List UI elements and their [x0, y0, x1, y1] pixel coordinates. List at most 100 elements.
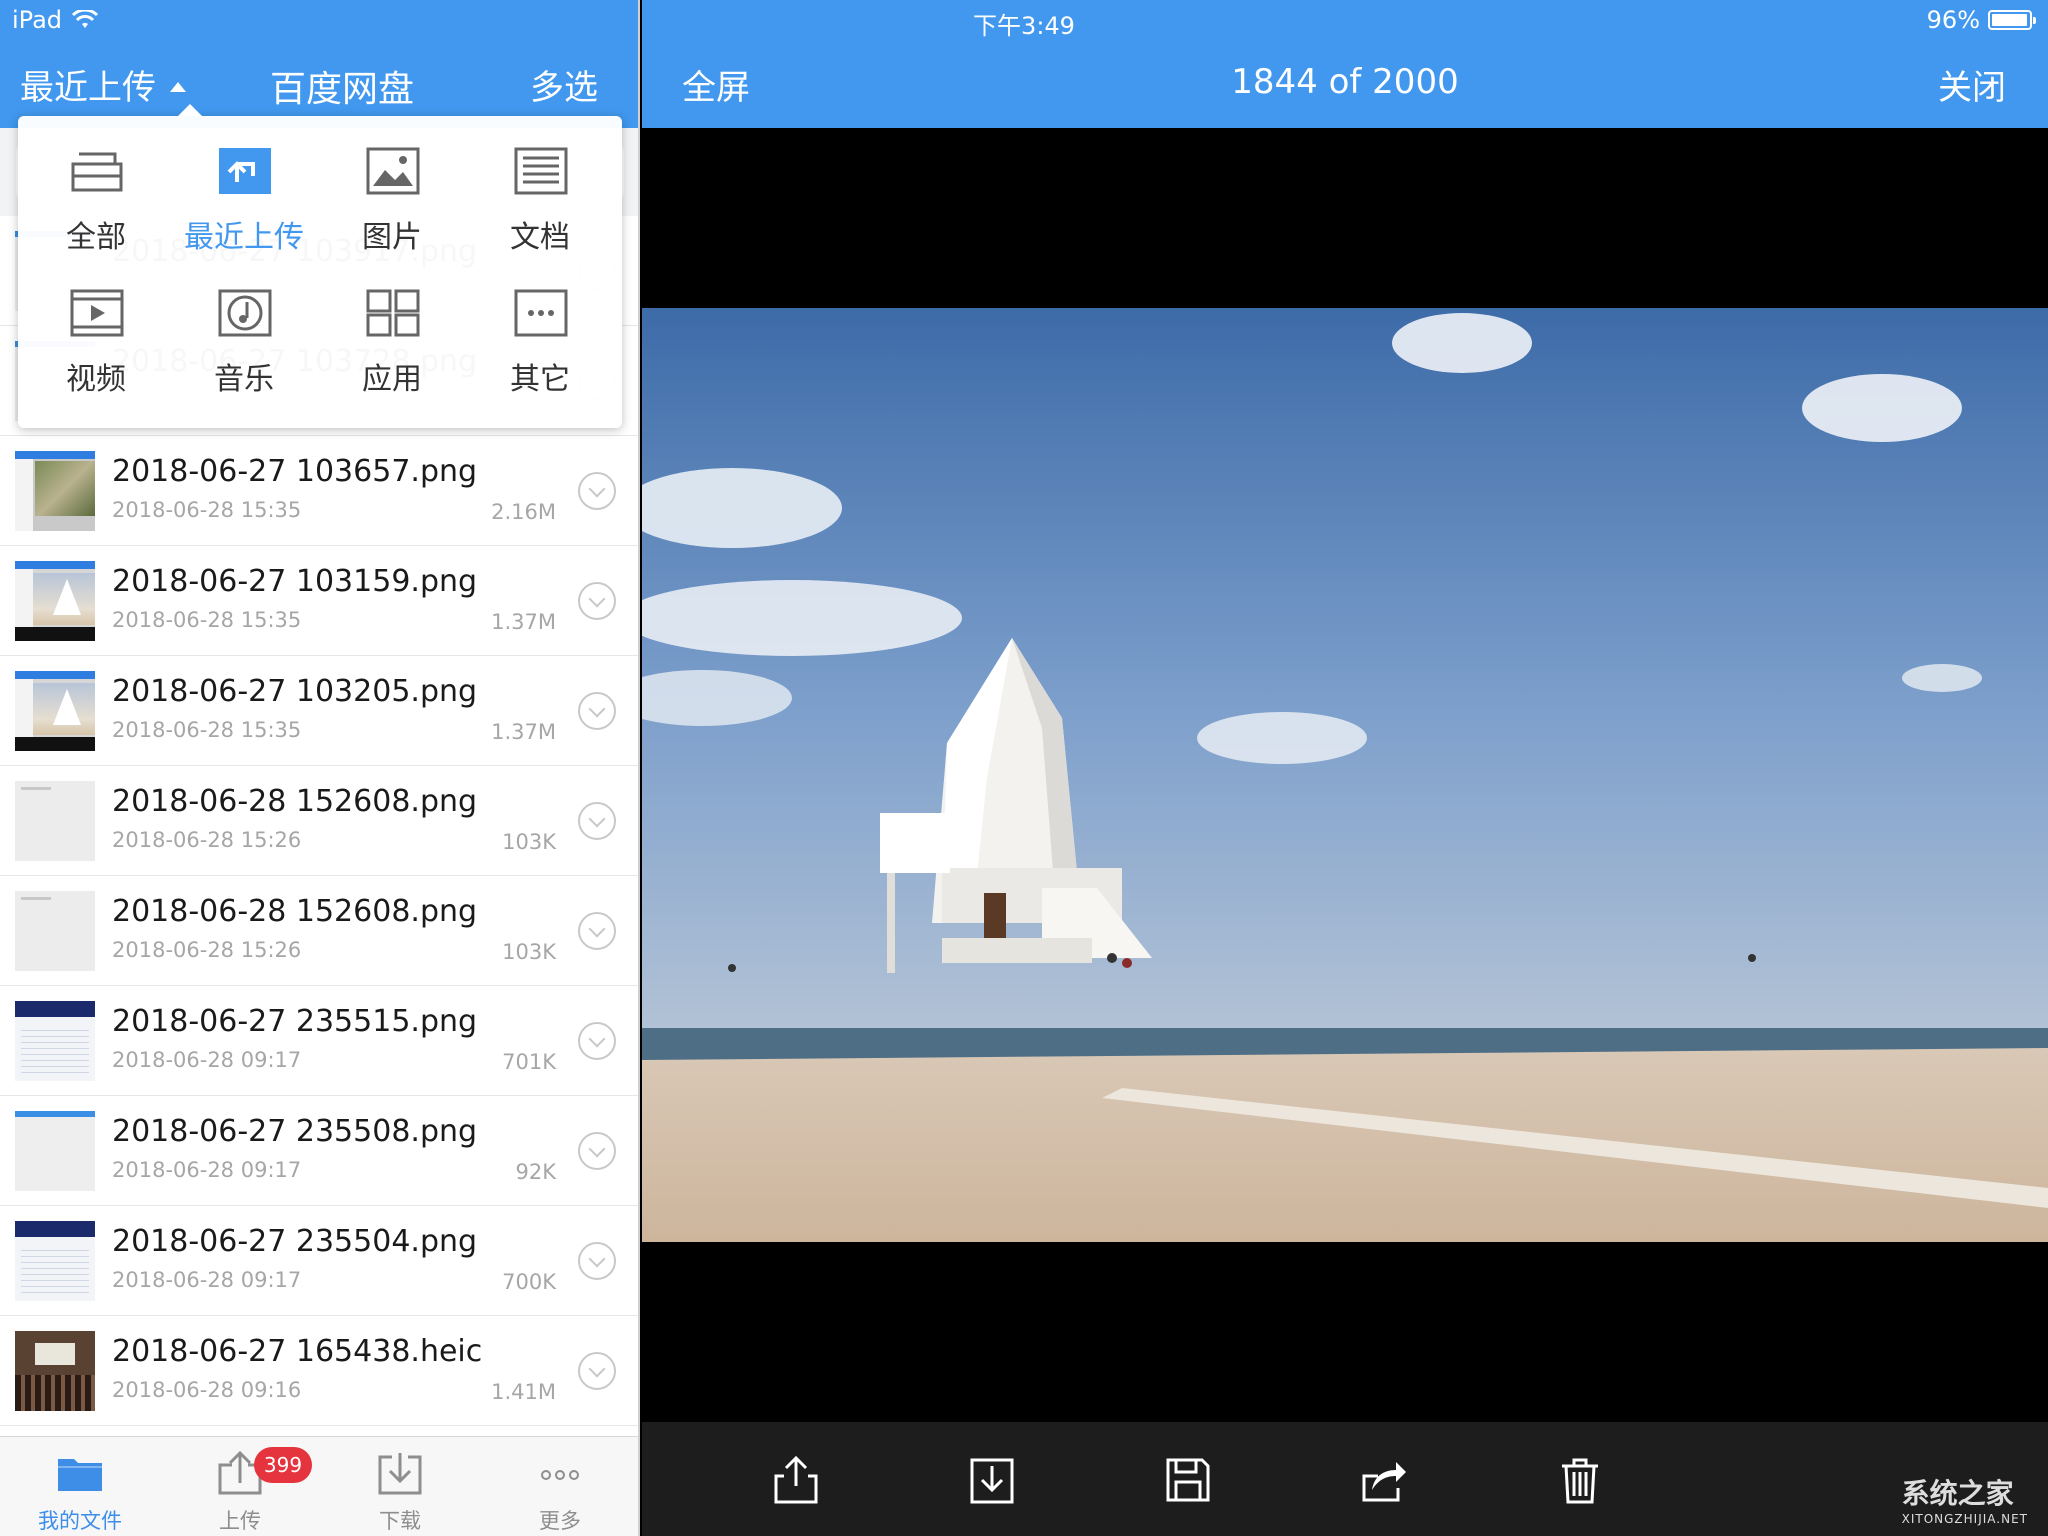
file-date: 2018-06-28 15:26	[112, 938, 302, 962]
tab-label: 我的文件	[38, 1509, 122, 1533]
dropdown-item-label: 应用	[362, 362, 422, 397]
file-row[interactable]: 2018-06-27 103205.png 2018-06-28 15:35 1.3…	[0, 656, 638, 766]
file-name: 2018-06-27 103657.png	[112, 454, 478, 489]
dropdown-item-1[interactable]: 全部	[26, 116, 166, 255]
file-row[interactable]: 2018-06-28 152608.png 2018-06-28 15:26 103…	[0, 766, 638, 876]
upload-count-badge: 399	[254, 1447, 312, 1483]
tab-bar: 我的文件 上传 399 下载 更多	[0, 1436, 638, 1536]
file-name: 2018-06-27 235504.png	[112, 1224, 478, 1259]
file-row[interactable]: 2018-06-27 235515.png 2018-06-28 09:17 701…	[0, 986, 638, 1096]
file-thumbnail	[15, 451, 95, 531]
file-name: 2018-06-27 165438.heic	[112, 1334, 483, 1369]
file-thumbnail	[15, 891, 95, 971]
file-thumbnail	[15, 1221, 95, 1301]
download-icon[interactable]	[966, 1454, 1018, 1506]
chevron-down-icon[interactable]	[578, 1242, 616, 1280]
file-size: 1.37M	[491, 720, 556, 744]
chevron-down-icon[interactable]	[578, 802, 616, 840]
file-size: 103K	[502, 940, 556, 964]
dropdown-item-label: 全部	[66, 220, 126, 255]
dropdown-item-6[interactable]: 音乐	[174, 258, 314, 397]
photo-image[interactable]	[642, 308, 2048, 1242]
tab-label: 上传	[219, 1509, 261, 1533]
dropdown-item-2[interactable]: 最近上传	[174, 116, 314, 255]
dropdown-item-3[interactable]: 图片	[322, 116, 462, 255]
file-browser-panel: 最近上传 百度网盘 多选 2018-06-27 103917.png2018-0…	[0, 0, 640, 1536]
file-size: 1.41M	[491, 1380, 556, 1404]
category-dropdown: 全部 最近上传 图片 文档视频 音乐 应用 其它	[18, 104, 622, 428]
video-icon	[69, 288, 125, 338]
image-icon	[365, 146, 421, 196]
chevron-down-icon[interactable]	[578, 912, 616, 950]
watermark-sub: XITONGZHIJIA.NET	[1901, 1512, 2028, 1526]
document-icon	[513, 146, 569, 196]
watermark-text: 系统之家	[1901, 1477, 2014, 1510]
file-name: 2018-06-27 235515.png	[112, 1004, 478, 1039]
dropdown-item-label: 图片	[362, 220, 422, 255]
save-icon[interactable]	[1162, 1454, 1214, 1506]
file-name: 2018-06-28 152608.png	[112, 784, 478, 819]
chevron-down-icon[interactable]	[578, 1352, 616, 1390]
file-size: 92K	[515, 1160, 557, 1184]
dropdown-item-label: 最近上传	[184, 220, 304, 255]
viewer-toolbar: 系统之家 XITONGZHIJIA.NET	[642, 1422, 2048, 1536]
file-date: 2018-06-28 15:35	[112, 608, 302, 632]
status-time: 下午3:49	[973, 12, 1075, 40]
file-row[interactable]: 2018-06-27 235508.png 2018-06-28 09:17 92K	[0, 1096, 638, 1206]
dropdown-item-label: 其它	[510, 362, 570, 397]
tab-3[interactable]: 下载	[320, 1437, 480, 1536]
close-button[interactable]: 关闭	[1938, 60, 2006, 109]
chevron-down-icon[interactable]	[578, 692, 616, 730]
file-size: 701K	[502, 1050, 556, 1074]
tab-1[interactable]: 我的文件	[0, 1437, 160, 1536]
file-row[interactable]: 2018-06-27 165438.heic 2018-06-28 09:16 1.…	[0, 1316, 638, 1426]
chevron-down-icon[interactable]	[578, 1022, 616, 1060]
file-date: 2018-06-28 09:17	[112, 1048, 302, 1072]
status-right: 96%	[1926, 6, 2036, 34]
upload-icon	[217, 146, 273, 196]
download-tab-icon	[376, 1451, 424, 1495]
battery-fill	[1992, 14, 2027, 26]
chevron-down-icon[interactable]	[578, 1132, 616, 1170]
tab-label: 更多	[539, 1509, 581, 1533]
dropdown-item-4[interactable]: 文档	[470, 116, 610, 255]
file-row[interactable]: 2018-06-27 103159.png 2018-06-28 15:35 1.3…	[0, 546, 638, 656]
file-date: 2018-06-28 15:35	[112, 498, 302, 522]
chevron-down-icon[interactable]	[578, 582, 616, 620]
multi-select-button[interactable]: 多选	[530, 60, 598, 109]
battery-percent: 96%	[1926, 6, 1980, 34]
file-date: 2018-06-28 09:16	[112, 1378, 302, 1402]
photo-counter: 1844 of 2000	[1231, 62, 1459, 102]
file-size: 1.37M	[491, 610, 556, 634]
ellipsis-icon	[536, 1451, 584, 1495]
file-size: 2.16M	[491, 500, 556, 524]
file-date: 2018-06-28 09:17	[112, 1158, 302, 1182]
dropdown-item-5[interactable]: 视频	[26, 258, 166, 397]
dropdown-item-8[interactable]: 其它	[470, 258, 610, 397]
tab-4[interactable]: 更多	[480, 1437, 638, 1536]
file-name: 2018-06-27 103205.png	[112, 674, 478, 709]
file-thumbnail	[15, 561, 95, 641]
file-size: 700K	[502, 1270, 556, 1294]
chevron-down-icon[interactable]	[578, 472, 616, 510]
battery-icon	[1988, 10, 2036, 30]
all-files-icon	[69, 146, 125, 196]
file-row[interactable]: 2018-06-27 103657.png 2018-06-28 15:35 2.1…	[0, 436, 638, 546]
share-icon[interactable]	[770, 1454, 822, 1506]
dropdown-item-7[interactable]: 应用	[322, 258, 462, 397]
file-row[interactable]: 2018-06-28 152608.png 2018-06-28 15:26 103…	[0, 876, 638, 986]
forward-icon[interactable]	[1358, 1454, 1410, 1506]
tab-label: 下载	[379, 1509, 421, 1533]
trash-icon[interactable]	[1554, 1454, 1606, 1506]
file-date: 2018-06-28 15:35	[112, 718, 302, 742]
file-row[interactable]: 2018-06-27 235504.png 2018-06-28 09:17 700…	[0, 1206, 638, 1316]
file-thumbnail	[15, 1331, 95, 1411]
tab-2[interactable]: 上传 399	[160, 1437, 320, 1536]
file-date: 2018-06-28 15:26	[112, 828, 302, 852]
file-name: 2018-06-28 152608.png	[112, 894, 478, 929]
music-icon	[217, 288, 273, 338]
dropdown-caret	[178, 104, 202, 116]
file-size: 103K	[502, 830, 556, 854]
apps-icon	[365, 288, 421, 338]
dropdown-item-label: 音乐	[214, 362, 274, 397]
